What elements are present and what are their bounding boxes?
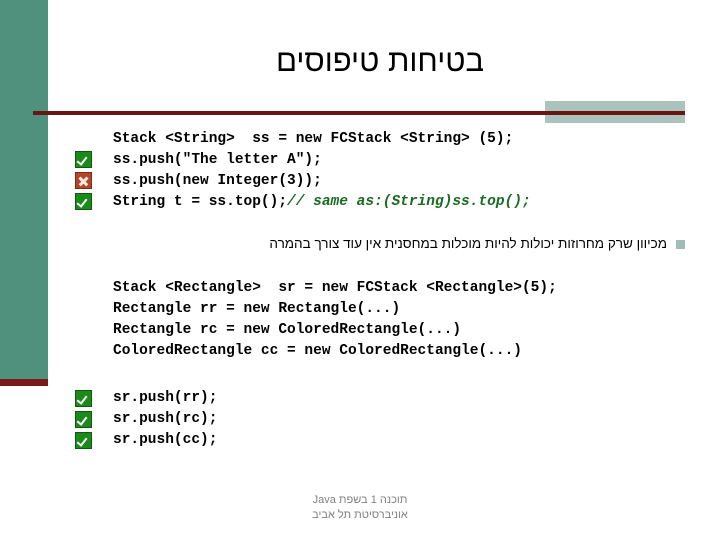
code-line: ColoredRectangle cc = new ColoredRectang… [113,343,522,359]
broken-image-icon [75,172,92,189]
green-check-icon [75,432,92,449]
code-line: ss.push("The letter A"); [113,152,322,168]
code-line: Rectangle rc = new ColoredRectangle(...) [113,322,462,338]
left-teal-bar [0,0,48,379]
marker-slot [75,191,92,212]
square-bullet-icon [676,239,685,249]
green-check-icon [75,193,92,210]
marker-column-block1 [75,149,92,212]
green-check-icon [75,411,92,428]
code-comment: // same as:(String)ss.top(); [287,194,531,210]
slide-title: בטיחות טיפוסים [275,43,485,78]
green-check-icon [75,390,92,407]
footer-line-1: תוכנה 1 בשפת Java [312,494,408,506]
code-block-1: Stack <String> ss = new FCStack <String>… [113,129,531,213]
marker-slot [75,170,92,191]
slide-footer: תוכנה 1 בשפת Java אוניברסיטת תל אביב [0,493,720,523]
marker-slot [75,430,92,451]
marker-column-block3 [75,388,92,451]
code-line: Stack <String> ss = new FCStack <String>… [113,131,514,147]
code-line: sr.push(rr); [113,390,218,406]
marker-slot [75,388,92,409]
code-line: sr.push(cc); [113,432,218,448]
title-rule-line [33,111,685,115]
slide-canvas: בטיחות טיפוסים Stack <String> ss = new F… [0,0,720,540]
code-line: ss.push(new Integer(3)); [113,173,322,189]
code-block-2: Stack <Rectangle> sr = new FCStack <Rect… [113,278,557,362]
code-line-text: String t = ss.top(); [113,194,288,210]
code-line: Rectangle rr = new Rectangle(...) [113,301,401,317]
left-red-bar [0,379,48,386]
code-line: Stack <Rectangle> sr = new FCStack <Rect… [113,280,557,296]
code-block-3: sr.push(rr); sr.push(rc); sr.push(cc); [113,388,217,451]
marker-slot [75,409,92,430]
green-check-icon [75,151,92,168]
code-line-with-comment: String t = ss.top();// same as:(String)s… [113,192,531,213]
bullet-text: מכיוון שרק מחרוזות יכולות להיות מוכלות ב… [269,236,667,251]
bullet-item: מכיוון שרק מחרוזות יכולות להיות מוכלות ב… [110,236,685,253]
code-line: sr.push(rc); [113,411,218,427]
marker-slot [75,149,92,170]
footer-line-2: אוניברסיטת תל אביב [312,509,408,521]
